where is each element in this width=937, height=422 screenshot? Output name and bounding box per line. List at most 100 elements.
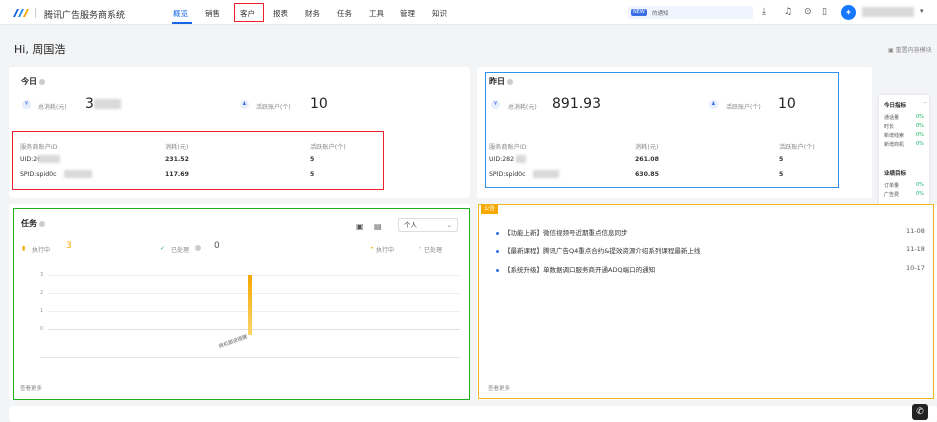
metric-value: 0%	[916, 123, 924, 129]
redacted-value	[94, 99, 121, 109]
user-icon: ♟	[240, 100, 249, 109]
active-nav-indicator	[172, 22, 192, 24]
bullet-icon	[496, 268, 499, 272]
total-spend-label: 总消耗(元)	[508, 104, 537, 111]
row-1-spend: 261.08	[635, 156, 659, 163]
legend-in-progress-swatch: •	[370, 245, 374, 252]
done-value: 0	[214, 241, 220, 251]
metric-label: 订单量	[884, 183, 900, 189]
y-tick: 1	[40, 308, 44, 314]
redacted-id	[533, 170, 559, 178]
metric-label: 广告费	[884, 192, 900, 198]
announcement-date: 11-08	[906, 227, 925, 235]
collapse-icon[interactable]: −	[923, 100, 927, 106]
nav-tools[interactable]: 工具	[369, 8, 384, 19]
metric-value: 0%	[916, 182, 924, 188]
active-accounts-label: 活跃账户(个)	[256, 104, 291, 111]
active-accounts-value: 10	[778, 96, 796, 112]
table-icon[interactable]: ▤	[374, 222, 382, 232]
in-progress-icon: ▮	[22, 245, 26, 252]
avatar[interactable]: ✦	[841, 5, 856, 20]
grid-line	[48, 311, 460, 312]
bar-chart-icon[interactable]: ▣	[356, 222, 364, 232]
phone-icon[interactable]: ▯	[822, 7, 827, 17]
rearrange-label: 重置内容模块	[895, 47, 932, 54]
nav-manage[interactable]: 管理	[400, 8, 415, 19]
y-tick: 2	[40, 290, 44, 296]
bullet-icon	[496, 249, 499, 253]
announcement-date: 10-17	[906, 264, 925, 272]
scope-select[interactable]: 个人 ⌄	[398, 218, 458, 232]
next-section-card	[9, 406, 937, 422]
col-header-spend: 消耗(元)	[635, 144, 659, 151]
info-icon[interactable]	[39, 220, 45, 227]
announcement-text: 【系统升级】单数据调口服务商开通ADQ端口的通知	[504, 266, 656, 274]
nav-overview[interactable]: 概览	[173, 8, 188, 19]
legend-done: 已处理	[424, 247, 443, 254]
announcement-item[interactable]: 【最新课程】腾讯广告Q4重点合约&提效资源介绍系列课程最新上线	[496, 245, 700, 255]
logo-icon	[13, 9, 29, 17]
highlight-box-customers	[234, 3, 264, 22]
highlight-box-tasks	[13, 208, 470, 400]
check-icon: ✓	[160, 245, 166, 252]
info-icon[interactable]	[507, 78, 513, 85]
row-2-id: SPID:spid0c	[489, 171, 526, 178]
phone-icon[interactable]: ✆	[912, 404, 928, 420]
done-label: 已处理	[171, 247, 190, 254]
total-spend-value: 891.93	[552, 96, 601, 112]
yen-icon: ¥	[491, 100, 500, 109]
chevron-down-icon: ⌄	[446, 221, 452, 229]
task-more-link[interactable]: 查看更多	[20, 384, 42, 392]
nav-sales[interactable]: 销售	[205, 8, 220, 19]
y-tick: 3	[40, 272, 44, 278]
nav-knowledge[interactable]: 知识	[432, 8, 447, 19]
row-1-id: UID:282	[489, 156, 515, 163]
active-accounts-value: 10	[310, 96, 328, 112]
today-title-text: 今日	[21, 77, 37, 86]
announcement-item[interactable]: 【功能上新】微信视频号近期重点信息同步	[496, 227, 628, 237]
nav-finance[interactable]: 财务	[305, 8, 320, 19]
info-icon[interactable]	[195, 245, 201, 251]
bell-icon[interactable]: ♫	[784, 7, 792, 17]
total-spend-label: 总消耗(元)	[38, 104, 67, 111]
yen-icon: ¥	[22, 100, 31, 109]
notice-text: 的通知	[652, 11, 669, 17]
row-2-active: 5	[779, 171, 784, 178]
notice-bar[interactable]: NEW 的通知	[628, 6, 753, 19]
legend-done-swatch: •	[418, 245, 422, 252]
help-icon[interactable]: ⊙	[804, 7, 812, 17]
metric-label: 时长	[884, 124, 895, 130]
app-title: 腾讯广告服务商系统	[44, 11, 126, 21]
metric-value: 0%	[916, 141, 924, 147]
metric-value: 0%	[916, 114, 924, 120]
nav-reports[interactable]: 报表	[273, 8, 288, 19]
bar-in-progress[interactable]	[248, 275, 252, 335]
legend-in-progress: 执行中	[376, 247, 395, 254]
in-progress-value: 3	[66, 241, 72, 251]
divider	[35, 8, 36, 18]
business-goal-title: 业绩目标	[884, 171, 907, 177]
info-icon[interactable]	[39, 78, 45, 85]
nav-tasks[interactable]: 任务	[337, 8, 352, 19]
greeting: Hi, 周国浩	[14, 43, 66, 56]
user-icon: ♟	[709, 100, 718, 109]
metric-label: 新增线索	[884, 133, 905, 139]
announcement-date: 11-18	[906, 245, 925, 253]
metrics-side-panel: 今日指标 − 通话量 0% 时长 0% 新增线索 0% 新增商机 0% 业绩目标…	[879, 95, 929, 205]
rearrange-modules-button[interactable]: ▣ 重置内容模块	[888, 45, 932, 54]
chevron-down-icon[interactable]: ▾	[920, 6, 924, 16]
username-redacted	[862, 7, 914, 17]
metric-label: 新增商机	[884, 142, 905, 148]
download-icon[interactable]: ⤓	[762, 7, 766, 17]
scrollbar-track[interactable]	[40, 357, 460, 358]
announcement-item[interactable]: 【系统升级】单数据调口服务商开通ADQ端口的通知	[496, 264, 655, 274]
task-title: 任务	[21, 218, 45, 229]
grid-line	[48, 293, 460, 294]
row-1-active: 5	[779, 156, 784, 163]
announcement-text: 【最新课程】腾讯广告Q4重点合约&提效资源介绍系列课程最新上线	[504, 247, 701, 255]
announcement-more-link[interactable]: 查看更多	[488, 384, 510, 392]
yesterday-title-text: 昨日	[489, 77, 505, 86]
highlight-box-today-table	[12, 131, 384, 190]
today-metrics-title: 今日指标	[884, 103, 907, 109]
col-header-active: 活跃账户(个)	[779, 144, 815, 151]
